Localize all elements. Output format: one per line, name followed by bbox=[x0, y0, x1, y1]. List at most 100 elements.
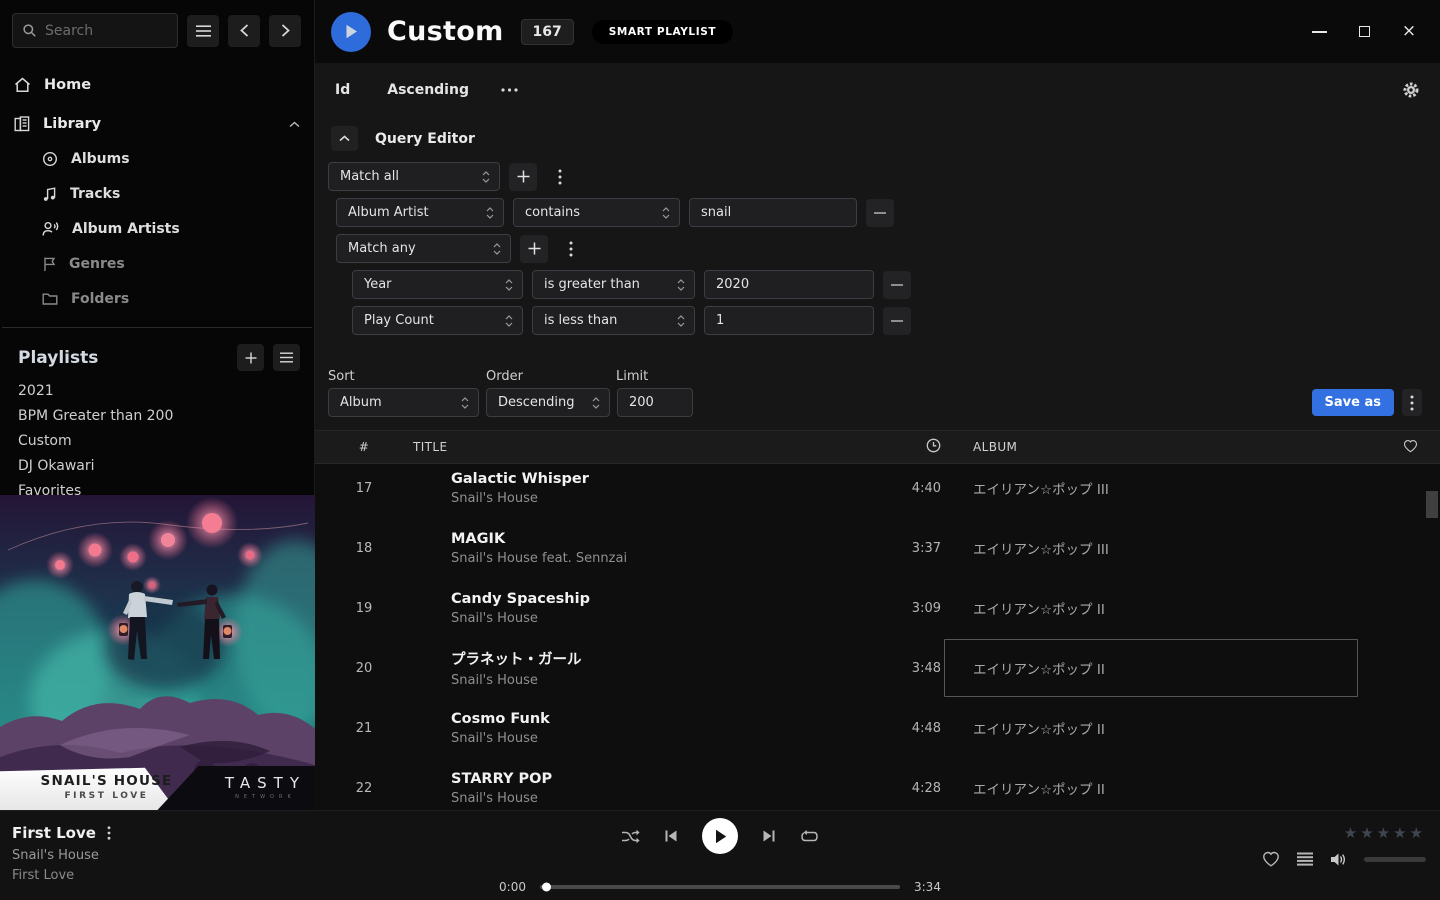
remove-rule-button[interactable] bbox=[883, 271, 911, 299]
table-scrollbar[interactable] bbox=[1426, 491, 1438, 518]
now-playing-artist[interactable]: Snail's House bbox=[12, 848, 111, 863]
play-playlist-button[interactable] bbox=[331, 12, 371, 52]
maximize-button[interactable] bbox=[1356, 24, 1372, 40]
rule-operator-select[interactable]: contains bbox=[513, 198, 680, 227]
chevron-up-icon[interactable] bbox=[289, 121, 300, 128]
shuffle-button[interactable] bbox=[621, 828, 640, 845]
sidebar-item-label: Home bbox=[44, 77, 91, 93]
rule-value-input[interactable] bbox=[704, 306, 874, 335]
repeat-button[interactable] bbox=[800, 829, 819, 844]
column-header-title[interactable]: TITLE bbox=[393, 440, 880, 454]
total-time: 3:34 bbox=[914, 880, 946, 894]
elapsed-time: 0:00 bbox=[494, 880, 526, 894]
now-playing-title[interactable]: First Love bbox=[12, 824, 96, 842]
sidebar-item-genres[interactable]: Genres bbox=[0, 251, 314, 277]
sidebar-item-tracks[interactable]: Tracks bbox=[0, 181, 314, 207]
track-row[interactable]: 17 Galactic WhisperSnail's House 4:40 エイ… bbox=[315, 458, 1440, 518]
rule-field-select[interactable]: Play Count bbox=[352, 306, 523, 335]
select-arrows-icon bbox=[461, 396, 469, 410]
track-album[interactable]: エイリアン☆ポップ II bbox=[950, 658, 1380, 678]
match-type-select[interactable]: Match all bbox=[328, 162, 500, 191]
now-playing-album-art[interactable]: SNAIL'S HOUSE FIRST LOVE TASTY NETWORK bbox=[0, 495, 315, 810]
column-header-duration[interactable] bbox=[880, 438, 950, 456]
rule-operator-select[interactable]: is greater than bbox=[532, 270, 695, 299]
playlist-item[interactable]: 2021 bbox=[0, 379, 314, 404]
now-playing-album[interactable]: First Love bbox=[12, 868, 111, 883]
track-row[interactable]: 22 STARRY POPSnail's House 4:28 エイリアン☆ポッ… bbox=[315, 758, 1440, 810]
column-header-number[interactable]: # bbox=[335, 440, 393, 454]
track-album[interactable]: エイリアン☆ポップ II bbox=[950, 598, 1380, 618]
previous-track-button[interactable] bbox=[664, 829, 678, 843]
search-input[interactable] bbox=[12, 13, 178, 48]
track-artist: Snail's House bbox=[451, 491, 880, 506]
play-pause-button[interactable] bbox=[702, 818, 738, 854]
seek-bar[interactable] bbox=[540, 885, 900, 889]
track-album[interactable]: エイリアン☆ポップ III bbox=[950, 538, 1380, 558]
rule-operator-select[interactable]: is less than bbox=[532, 306, 695, 335]
forward-button[interactable] bbox=[269, 15, 301, 47]
next-track-button[interactable] bbox=[762, 829, 776, 843]
smart-playlist-badge: SMART PLAYLIST bbox=[592, 20, 733, 44]
playlist-item[interactable]: DJ Okawari bbox=[0, 454, 314, 479]
playlist-item[interactable]: BPM Greater than 200 bbox=[0, 404, 314, 429]
rule-value-input[interactable] bbox=[704, 270, 874, 299]
group-options-button[interactable] bbox=[557, 235, 585, 263]
column-header-album[interactable]: ALBUM bbox=[950, 440, 1380, 454]
queue-button[interactable] bbox=[1297, 852, 1313, 866]
minimize-button[interactable] bbox=[1311, 24, 1327, 40]
track-album[interactable]: エイリアン☆ポップ II bbox=[950, 778, 1380, 798]
plus-icon bbox=[517, 170, 530, 183]
now-playing-options-button[interactable] bbox=[107, 826, 111, 840]
add-playlist-button[interactable] bbox=[237, 344, 264, 371]
album-disc-icon bbox=[42, 151, 58, 167]
track-album[interactable]: エイリアン☆ポップ III bbox=[950, 478, 1380, 498]
match-type-select[interactable]: Match any bbox=[336, 234, 511, 263]
limit-input[interactable] bbox=[617, 388, 693, 417]
player-bar: First Love Snail's House First Love bbox=[0, 810, 1440, 900]
remove-rule-button[interactable] bbox=[866, 199, 894, 227]
rule-field-select[interactable]: Year bbox=[352, 270, 523, 299]
rating-stars[interactable]: ★★★★★ bbox=[1262, 824, 1426, 842]
sort-field-button[interactable]: Id bbox=[335, 82, 350, 98]
track-album[interactable]: エイリアン☆ポップ II bbox=[950, 718, 1380, 738]
sidebar-item-library[interactable]: Library bbox=[0, 111, 314, 137]
track-row[interactable]: 20 プラネット・ガールSnail's House 3:48 エイリアン☆ポップ… bbox=[315, 638, 1440, 698]
manage-playlists-button[interactable] bbox=[273, 344, 300, 371]
volume-slider[interactable] bbox=[1364, 857, 1426, 862]
back-button[interactable] bbox=[228, 15, 260, 47]
track-title: STARRY POP bbox=[451, 771, 880, 787]
add-rule-button[interactable] bbox=[520, 235, 548, 263]
playlist-item[interactable]: Custom bbox=[0, 429, 314, 454]
order-select[interactable]: Descending bbox=[486, 388, 610, 417]
favorite-button[interactable] bbox=[1262, 851, 1280, 867]
volume-button[interactable] bbox=[1330, 852, 1347, 867]
save-as-button[interactable]: Save as bbox=[1312, 389, 1394, 416]
sort-direction-button[interactable]: Ascending bbox=[387, 82, 469, 98]
sidebar-item-label: Genres bbox=[69, 256, 125, 272]
sidebar-item-home[interactable]: Home bbox=[0, 72, 314, 98]
track-row[interactable]: 18 MAGIKSnail's House feat. Sennzai 3:37… bbox=[315, 518, 1440, 578]
collapse-query-editor-button[interactable] bbox=[331, 126, 358, 151]
sidebar-item-albums[interactable]: Albums bbox=[0, 146, 314, 172]
group-options-button[interactable] bbox=[546, 163, 574, 191]
save-options-button[interactable] bbox=[1402, 389, 1422, 416]
settings-button[interactable] bbox=[1402, 81, 1420, 99]
remove-rule-button[interactable] bbox=[883, 307, 911, 335]
seek-thumb[interactable] bbox=[542, 883, 551, 892]
column-header-favorite[interactable] bbox=[1380, 439, 1440, 456]
rule-value-input[interactable] bbox=[689, 198, 857, 227]
track-row[interactable]: 21 Cosmo FunkSnail's House 4:48 エイリアン☆ポッ… bbox=[315, 698, 1440, 758]
close-button[interactable]: × bbox=[1401, 24, 1417, 40]
sidebar-item-folders[interactable]: Folders bbox=[0, 286, 314, 312]
track-row[interactable]: 19 Candy SpaceshipSnail's House 3:09 エイリ… bbox=[315, 578, 1440, 638]
search-field[interactable] bbox=[45, 23, 160, 39]
add-rule-button[interactable] bbox=[509, 163, 537, 191]
more-options-button[interactable] bbox=[501, 88, 518, 92]
home-icon bbox=[14, 77, 31, 93]
minus-icon bbox=[874, 212, 886, 214]
menu-button[interactable] bbox=[187, 15, 219, 47]
sidebar-item-album-artists[interactable]: Album Artists bbox=[0, 216, 314, 242]
order-label: Order bbox=[486, 369, 616, 384]
rule-field-select[interactable]: Album Artist bbox=[336, 198, 504, 227]
sort-select[interactable]: Album bbox=[328, 388, 479, 417]
